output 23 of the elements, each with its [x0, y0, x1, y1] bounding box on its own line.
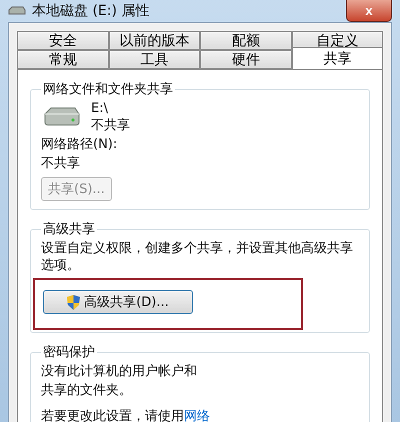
instruction-text: 若要更改此设置，请使用	[41, 408, 184, 422]
window-title: 本地磁盘 (E:) 属性	[32, 2, 150, 20]
group-title: 密码保护	[42, 344, 96, 361]
network-link[interactable]: 网络	[184, 407, 210, 422]
description-text: 设置自定义权限，创建多个共享，并设置其他高级共享选项。	[41, 240, 354, 274]
advanced-sharing-button[interactable]: 高级共享(D)...	[43, 290, 193, 314]
description-text: 没有此计算机的用户帐户和	[41, 363, 198, 380]
path-value: 不共享	[41, 155, 81, 172]
shield-icon	[67, 294, 80, 310]
path-label: 网络路径(N):	[41, 136, 118, 153]
group-title: 高级共享	[42, 221, 96, 238]
group-title: 网络文件和文件夹共享	[42, 81, 174, 98]
tab[interactable]: 安全	[17, 31, 108, 50]
share-status: 不共享	[91, 117, 130, 134]
tab[interactable]: 常规	[17, 50, 108, 69]
tab[interactable]: 硬件	[200, 50, 292, 69]
description-text: 共享的文件夹。	[41, 382, 133, 399]
tab[interactable]: 以前的版本	[108, 31, 200, 50]
drive-label: E:\	[91, 100, 109, 117]
tab[interactable]: 工具	[108, 50, 200, 69]
drive-icon	[8, 6, 26, 16]
tab[interactable]: 共享	[292, 47, 383, 69]
tab[interactable]: 配额	[200, 31, 292, 50]
